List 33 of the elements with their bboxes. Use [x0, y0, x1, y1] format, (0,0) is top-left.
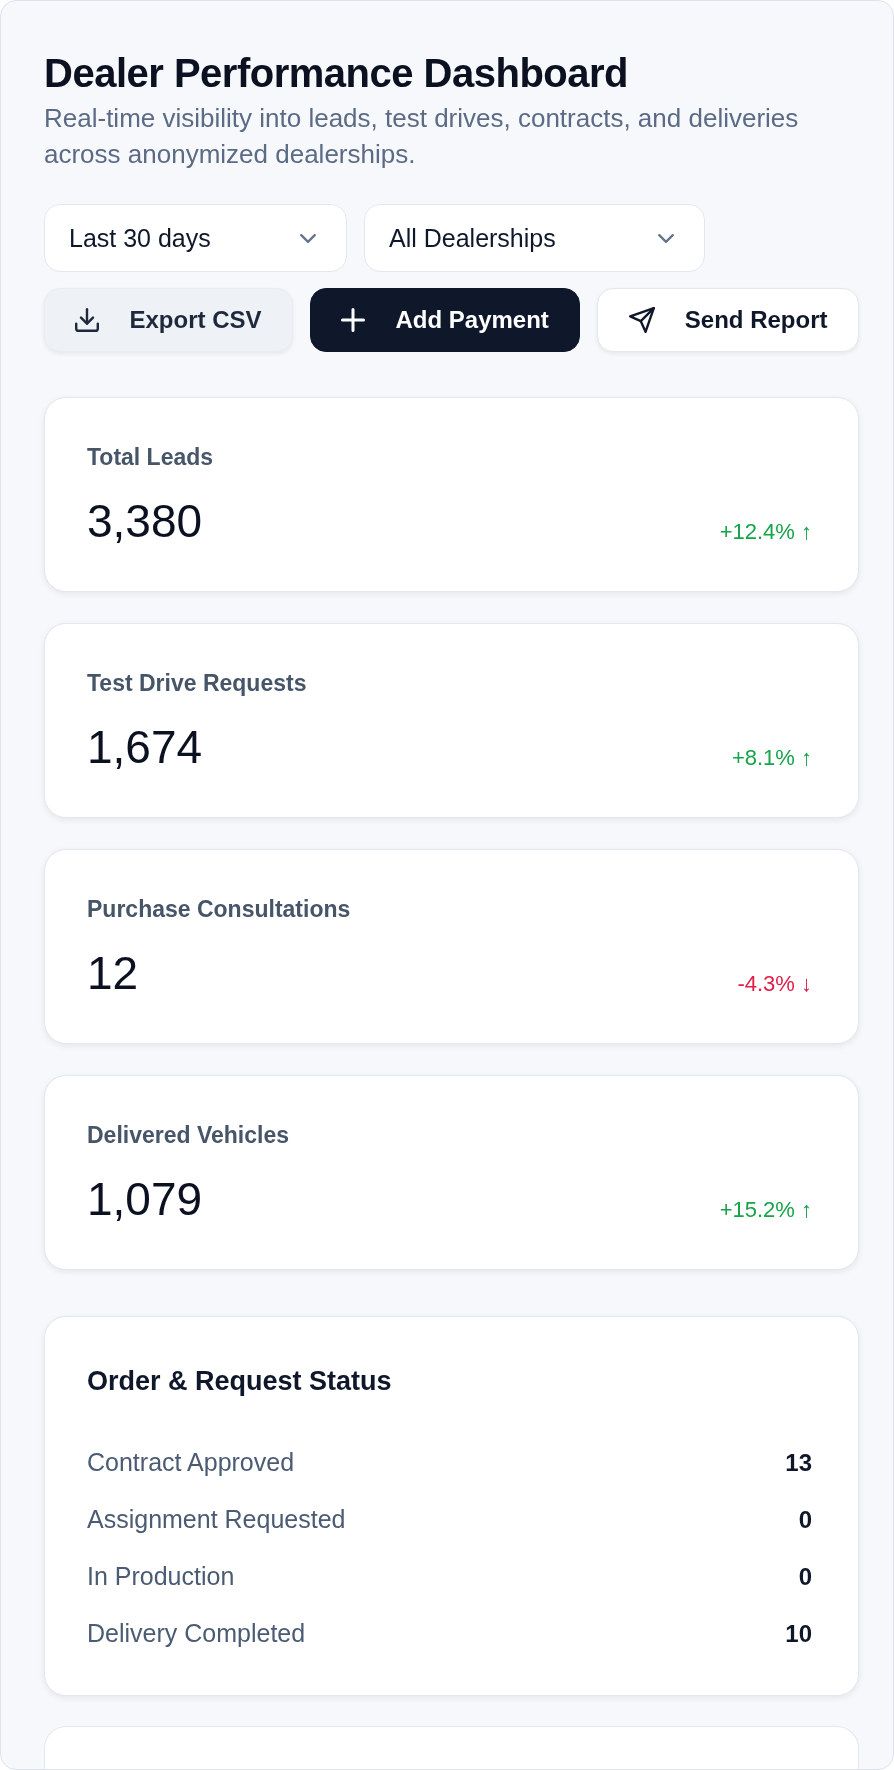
export-button[interactable]: Export CSV: [44, 288, 293, 352]
send-button[interactable]: Send Report: [597, 288, 859, 352]
page-title: Dealer Performance Dashboard: [44, 50, 628, 97]
status-label: In Production: [87, 1562, 235, 1591]
status-count: 13: [785, 1448, 812, 1477]
status-label: Delivery Completed: [87, 1619, 306, 1648]
download-icon: [75, 308, 100, 332]
paper-plane-icon: [628, 307, 655, 333]
chevron-down-icon: [300, 233, 316, 243]
kpi-value: 12: [87, 947, 139, 999]
trend-change: -4.3% ↓: [737, 971, 812, 997]
kpi-value: 1,674: [87, 721, 203, 773]
add-button[interactable]: Add Payment: [310, 288, 581, 352]
kpi-label: Purchase Consultations: [87, 895, 351, 924]
trend-change: +12.4% ↑: [719, 519, 812, 545]
status-label: Contract Approved: [87, 1448, 295, 1477]
trend-change: +8.1% ↑: [731, 745, 812, 771]
kpi-value: 1,079: [87, 1173, 203, 1225]
status-count: 0: [798, 1505, 812, 1534]
dropdown[interactable]: Last 30 days: [44, 204, 347, 272]
status-title: Order & Request Status: [87, 1365, 392, 1398]
status-count: 10: [785, 1619, 812, 1648]
kpi-value: 3,380: [87, 495, 203, 547]
kpi-label: Delivered Vehicles: [87, 1121, 289, 1150]
kpi-label: Total Leads: [87, 443, 214, 472]
trend-change: +15.2% ↑: [719, 1197, 812, 1223]
status-count: 0: [798, 1562, 812, 1591]
chevron-down-icon: [658, 233, 674, 243]
dropdown[interactable]: All Dealerships: [364, 204, 705, 272]
status-label: Assignment Requested: [87, 1505, 346, 1534]
plus-icon: [341, 308, 366, 332]
page-subtitle: Real-time visibility into leads, test drives, contracts, and deliveries across anonymized dealerships.: [44, 102, 800, 171]
kpi-label: Test Drive Requests: [87, 669, 307, 698]
